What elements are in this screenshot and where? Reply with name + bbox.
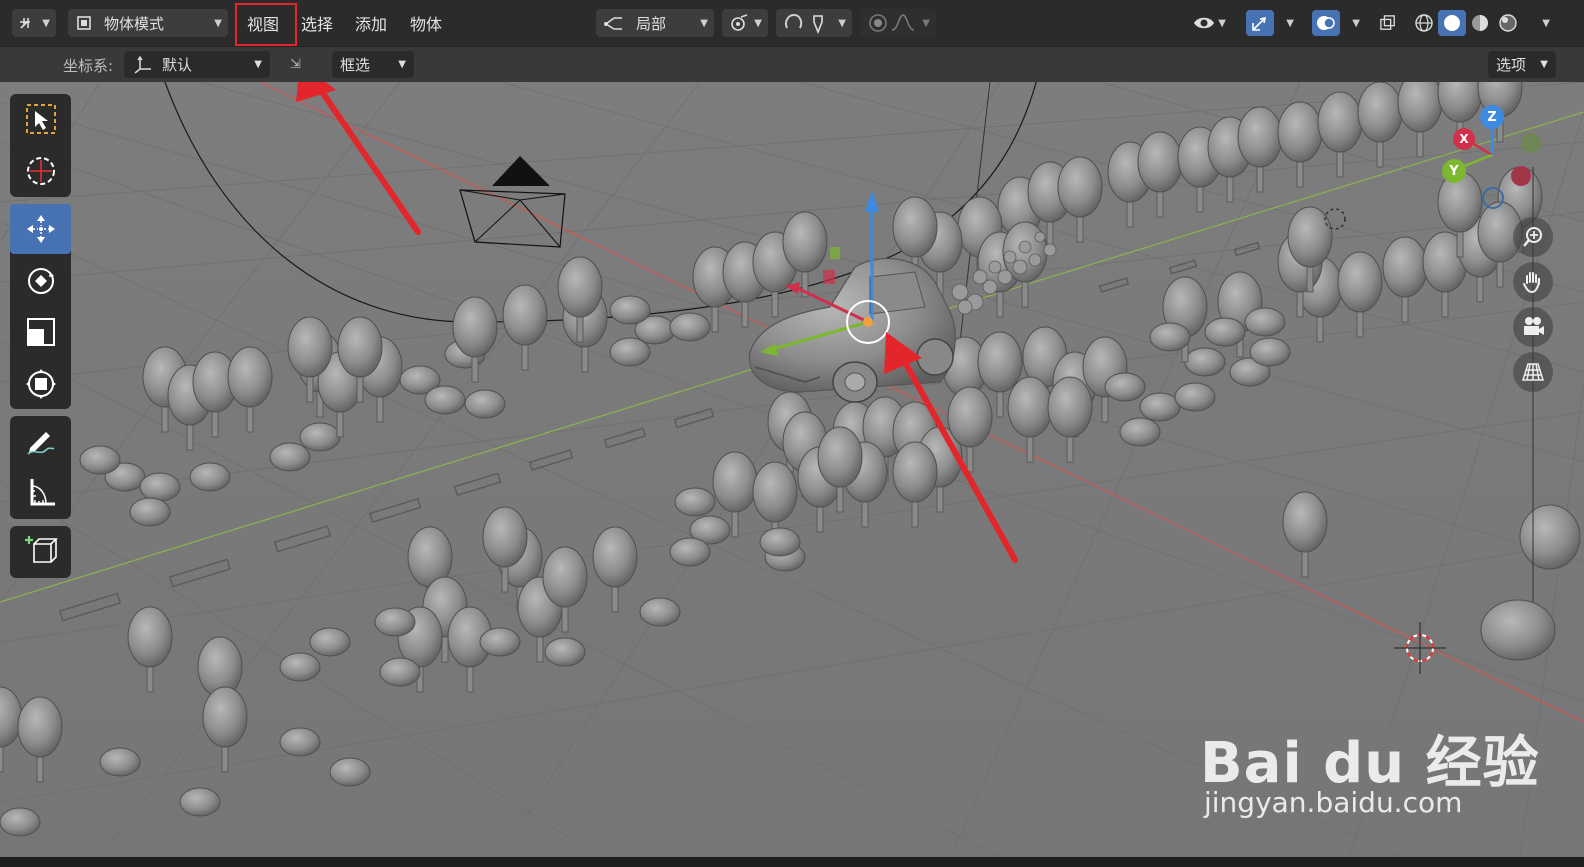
annotation-box (235, 3, 297, 46)
tool-settings-bar: 坐标系: 默认 ▼ ⇲ 框选 ▼ 选项 ▼ (0, 47, 1584, 82)
chevron-down-icon: ▼ (1542, 17, 1550, 29)
overlays-toggle[interactable]: ▼ (1306, 9, 1366, 37)
toolbar-group-annotate (10, 416, 71, 519)
zoom-button[interactable] (1513, 217, 1553, 257)
proportional-editing-controls[interactable]: ▼ (860, 9, 936, 37)
gizmo-icon (1246, 10, 1274, 36)
grid-icon (1521, 363, 1545, 381)
chevron-down-icon: ▼ (922, 17, 930, 29)
orientation-icon (604, 17, 622, 30)
magnet-icon (784, 13, 803, 29)
chevron-down-icon: ▼ (1352, 17, 1360, 29)
chevron-down-icon: ▼ (398, 59, 406, 70)
chevron-down-icon: ▼ (254, 59, 262, 70)
pan-button[interactable] (1513, 262, 1553, 302)
status-bar (0, 857, 1584, 867)
toolbar-group-add (10, 526, 71, 578)
select-mode-dropdown[interactable]: 框选 ▼ (332, 51, 414, 78)
pivot-point-dropdown[interactable]: ▼ (722, 9, 768, 37)
cursor-tool[interactable] (10, 146, 71, 196)
xray-icon (1380, 15, 1395, 30)
menu-object[interactable]: 物体 (410, 9, 442, 37)
chevron-down-icon: ▼ (1218, 17, 1226, 29)
select-box-tool[interactable] (10, 94, 71, 144)
scale-tool[interactable] (10, 307, 71, 357)
chevron-down-icon: ▼ (754, 17, 762, 29)
scale-icon (26, 318, 55, 346)
viewport-header: ▼ 物体模式 ▼ 视图 选择 添加 物体 局部 ▼ ▼ ▼ ▼ ▼ ▼ ▼ ▼ (0, 0, 1584, 47)
xray-toggle[interactable] (1374, 9, 1402, 37)
select-box-icon (25, 104, 56, 134)
chevron-down-icon: ▼ (42, 17, 50, 29)
hand-icon (1523, 272, 1540, 294)
snap-target-icon (813, 15, 823, 34)
editor-type-button[interactable]: ▼ (12, 9, 56, 37)
gizmo-y-axis[interactable]: Y (1442, 159, 1466, 183)
perspective-toggle-button[interactable] (1513, 352, 1553, 392)
camera-icon (1524, 317, 1544, 335)
chevron-down-icon: ▼ (1540, 59, 1548, 70)
add-cube-tool[interactable] (10, 526, 71, 576)
gizmo-x-axis[interactable]: X (1453, 128, 1475, 150)
transform-icon (25, 369, 56, 399)
options-dropdown[interactable]: 选项 ▼ (1488, 51, 1556, 78)
watermark-url: jingyan.baidu.com (1204, 786, 1463, 819)
eye-icon (1194, 17, 1214, 29)
material-shading-icon[interactable] (1466, 10, 1494, 36)
chevron-down-icon: ▼ (1286, 17, 1294, 29)
pivot-icon (731, 14, 748, 31)
rotate-icon (27, 268, 54, 294)
rotate-tool[interactable] (10, 256, 71, 306)
chevron-down-icon: ▼ (214, 17, 222, 29)
gizmo-toggle[interactable]: ▼ (1240, 9, 1300, 37)
axes-icon (134, 55, 151, 74)
chevron-down-icon: ▼ (700, 17, 708, 29)
options-label: 选项 (1496, 56, 1527, 74)
move-tool[interactable] (10, 204, 71, 254)
falloff-curve-icon (891, 14, 915, 31)
measure-tool[interactable] (10, 468, 71, 518)
toolbar-group-transform (10, 204, 71, 409)
snapping-controls[interactable]: ▼ (776, 9, 852, 37)
transform-orientation-dropdown[interactable]: 局部 ▼ (596, 9, 714, 37)
add-cube-icon (24, 536, 58, 563)
coordinate-system-dropdown[interactable]: 默认 ▼ (124, 51, 270, 78)
object-mode-icon (77, 16, 91, 30)
editor-type-icon (20, 18, 30, 29)
menu-add[interactable]: 添加 (355, 9, 387, 37)
gizmo-z-axis[interactable]: Z (1480, 105, 1504, 129)
select-mode-value: 框选 (340, 56, 371, 74)
pencil-icon (26, 432, 55, 455)
chevron-down-icon: ▼ (838, 17, 846, 29)
solid-shading-icon[interactable] (1438, 10, 1466, 36)
zoom-icon (1523, 227, 1542, 247)
camera-view-button[interactable] (1513, 307, 1553, 347)
coordinate-system-label: 坐标系: (63, 57, 114, 75)
overlays-icon (1312, 10, 1340, 36)
orientation-label: 局部 (636, 14, 667, 33)
toolbar-group-select (10, 94, 71, 197)
menu-select[interactable]: 选择 (301, 9, 333, 37)
visibility-dropdown[interactable]: ▼ (1186, 9, 1232, 37)
navigation-gizmo[interactable]: Z X Y (1440, 100, 1550, 220)
wireframe-shading-icon[interactable] (1410, 10, 1438, 36)
transform-tool[interactable] (10, 359, 71, 409)
proportional-edit-icon (869, 14, 887, 32)
move-icon (26, 215, 55, 243)
mode-dropdown[interactable]: 物体模式 ▼ (68, 9, 228, 37)
mode-label: 物体模式 (104, 14, 165, 33)
rendered-shading-icon[interactable] (1494, 10, 1522, 36)
shading-modes[interactable]: ▼ (1408, 9, 1552, 37)
drag-icon[interactable]: ⇲ (290, 57, 301, 72)
ruler-icon (30, 479, 55, 506)
annotate-tool[interactable] (10, 416, 71, 466)
cursor-icon (26, 157, 55, 185)
coordinate-system-value: 默认 (162, 56, 193, 74)
